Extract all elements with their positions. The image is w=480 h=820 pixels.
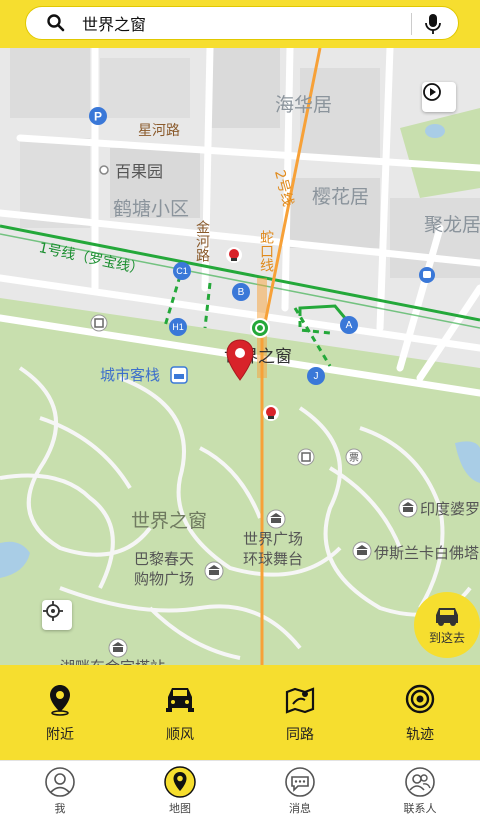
metro-exit-h1[interactable]: H1 [169, 318, 187, 336]
nav-messages[interactable]: 消息 [240, 761, 360, 820]
action-track-label: 轨迹 [406, 726, 434, 743]
nav-map-label: 地图 [169, 801, 191, 815]
map-view[interactable]: 海华居 星河路 百果园 鹤塘小区 樱花居 聚龙居 金河路 2号线 蛇口线 1号线… [0, 48, 480, 665]
car-icon [436, 607, 458, 626]
metro-exit-b[interactable]: B [232, 283, 250, 301]
metro-exit-c1[interactable]: C1 [173, 262, 191, 280]
map-label-chengshi: 城市客栈 [100, 366, 161, 384]
microphone-icon[interactable] [424, 13, 442, 35]
bus-stop-icon[interactable] [418, 266, 436, 284]
nav-me-label: 我 [54, 801, 66, 815]
map-label-julongju: 聚龙居 [424, 214, 480, 236]
map-label-sjgc: 世界广场 [243, 530, 304, 548]
action-bar: 附近 顺风 同路 轨迹 [0, 665, 480, 760]
map-label-yinghuaju: 樱花居 [312, 186, 370, 208]
map-label-yisilan: 伊斯兰卡白佛塔 [374, 544, 480, 562]
location-marker-icon[interactable] [224, 338, 256, 382]
route-map-icon [285, 686, 315, 714]
building-icon-2[interactable] [297, 448, 315, 466]
svg-text:票: 票 [349, 452, 359, 464]
svg-text:P: P [94, 110, 102, 124]
map-label-jinheroad: 金河路 [194, 220, 210, 262]
map-label-shekouline: 蛇口线 [258, 230, 274, 272]
restaurant-icon[interactable] [225, 246, 243, 264]
landmark-icon-3[interactable] [352, 541, 372, 561]
action-sameway-label: 同路 [286, 726, 314, 743]
person-icon [45, 766, 75, 797]
metro-station-icon[interactable] [250, 318, 270, 338]
search-query[interactable]: 世界之窗 [82, 11, 146, 35]
map-label-xingheroad: 星河路 [138, 123, 180, 139]
car-icon [166, 687, 194, 712]
contacts-icon [405, 766, 435, 797]
track-target-icon [405, 684, 435, 713]
landmark-icon-2[interactable] [398, 498, 418, 518]
go-here-label: 到这去 [428, 630, 465, 645]
metro-exit-j[interactable]: J [307, 367, 325, 385]
play-icon [423, 83, 441, 101]
top-bar: 世界之窗 [0, 0, 480, 48]
search-divider [411, 13, 412, 35]
map-label-baiguoyuan: 百果园 [115, 162, 164, 181]
search-bar[interactable]: 世界之窗 [25, 6, 459, 40]
search-icon [47, 14, 65, 32]
nav-contacts-label: 联系人 [403, 801, 437, 815]
nav-messages-label: 消息 [289, 801, 311, 815]
map-label-yindu: 印度婆罗 [420, 500, 480, 518]
building-icon[interactable] [90, 314, 108, 332]
play-button[interactable] [422, 82, 456, 112]
action-track[interactable]: 轨迹 [360, 665, 480, 760]
map-pin-icon [164, 765, 196, 798]
action-nearby-label: 附近 [46, 726, 74, 743]
map-label-huanqiu: 环球舞台 [243, 550, 304, 568]
map-label-bali: 巴黎春天 [134, 550, 195, 568]
chat-icon [285, 766, 315, 797]
nav-map[interactable]: 地图 [120, 761, 240, 820]
nav-contacts[interactable]: 联系人 [360, 761, 480, 820]
locate-button[interactable] [42, 600, 72, 630]
map-label-gouwu: 购物广场 [134, 570, 195, 588]
metro-exit-a[interactable]: A [340, 316, 358, 334]
landmark-icon-5[interactable] [108, 638, 128, 658]
landmark-icon[interactable] [266, 509, 286, 529]
poi-dot-icon [99, 165, 109, 175]
action-nearby[interactable]: 附近 [0, 665, 120, 760]
restaurant-icon-2[interactable] [262, 404, 280, 422]
action-rideshare[interactable]: 顺风 [120, 665, 240, 760]
go-here-button[interactable]: 到这去 [414, 592, 480, 658]
map-label-hetang: 鹤塘小区 [113, 198, 190, 220]
hotel-icon[interactable] [170, 366, 188, 384]
action-rideshare-label: 顺风 [166, 726, 194, 743]
action-sameway[interactable]: 同路 [240, 665, 360, 760]
parking-icon[interactable]: P [88, 106, 108, 126]
map-label-sjzc-park: 世界之窗 [131, 510, 208, 532]
landmark-icon-4[interactable] [204, 561, 224, 581]
nav-me[interactable]: 我 [0, 761, 120, 820]
map-label-haihuaju: 海华居 [275, 94, 333, 116]
location-pin-icon [50, 684, 70, 716]
crosshair-icon [43, 601, 63, 621]
bottom-nav: 我 地图 消息 联系人 [0, 760, 480, 820]
ticket-icon[interactable]: 票 [345, 448, 363, 466]
